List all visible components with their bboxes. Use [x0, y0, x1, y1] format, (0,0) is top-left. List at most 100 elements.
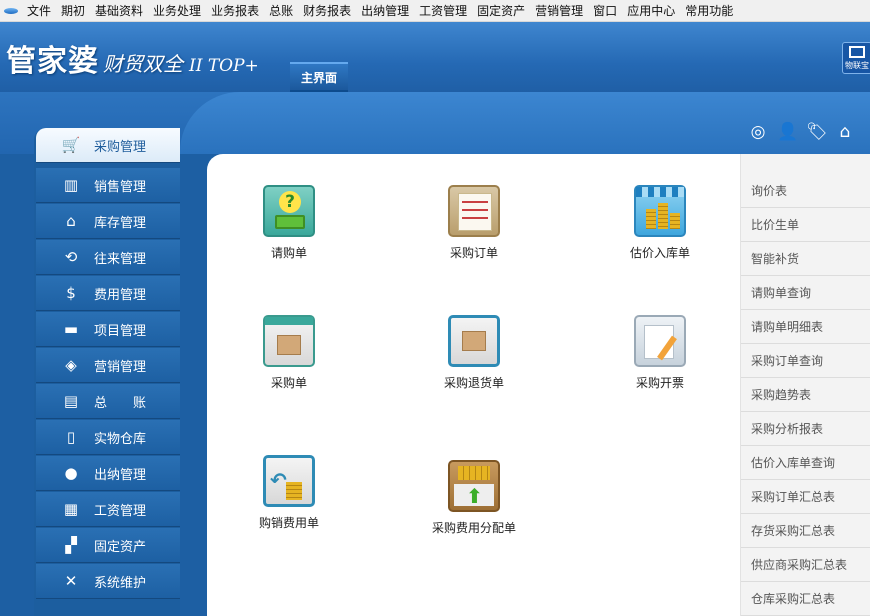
- sidebar-item-payroll[interactable]: ▦ 工资管理: [36, 492, 180, 527]
- sidebar-item-sales[interactable]: ▥ 销售管理: [36, 168, 180, 203]
- menu-cashier[interactable]: 出纳管理: [356, 0, 414, 22]
- menu-fixed-assets[interactable]: 固定资产: [472, 0, 530, 22]
- function-label: 估价入库单: [629, 246, 690, 260]
- menu-app-center[interactable]: 应用中心: [622, 0, 680, 22]
- menu-business-process[interactable]: 业务处理: [148, 0, 206, 22]
- sidebar-item-fixed-assets[interactable]: ▞ 固定资产: [36, 528, 180, 563]
- function-label: 采购开票: [635, 376, 684, 390]
- menu-ledger[interactable]: 总账: [264, 0, 298, 22]
- user-icon[interactable]: 👤: [777, 122, 798, 142]
- sidebar-item-label: 费用管理: [94, 287, 147, 303]
- sidebar-item-label: 采购管理: [94, 139, 147, 155]
- menu-marketing[interactable]: 营销管理: [530, 0, 588, 22]
- sidebar-item-label: 往来管理: [94, 251, 147, 267]
- menu-file[interactable]: 文件: [22, 0, 56, 22]
- function-label: 请购单: [270, 246, 307, 260]
- function-label: 采购订单: [449, 246, 498, 260]
- report-requisition-query[interactable]: 请购单查询: [741, 276, 870, 310]
- tags-icon: ◈: [65, 356, 77, 374]
- purchase-order-icon: [448, 185, 500, 237]
- function-expense-allocation[interactable]: ⬆ 采购费用分配单: [414, 460, 534, 536]
- dollar-icon: $: [66, 284, 76, 302]
- sidebar-item-label: 工资管理: [94, 503, 147, 519]
- app-logo-icon: [0, 0, 22, 22]
- moneybag-icon: ●: [64, 464, 78, 482]
- function-estimated-receipt[interactable]: 估价入库单: [600, 185, 720, 261]
- qr-code-icon: [849, 46, 865, 58]
- sidebar-item-label: 固定资产: [94, 539, 147, 555]
- sidebar-item-label: 系统维护: [94, 575, 147, 591]
- report-smart-replenish[interactable]: 智能补货: [741, 242, 870, 276]
- boxes-icon: ▞: [65, 536, 77, 554]
- menu-business-report[interactable]: 业务报表: [206, 0, 264, 22]
- brand-version: II TOP+: [189, 56, 259, 76]
- tab-main-interface[interactable]: 主界面: [290, 62, 348, 92]
- sidebar-item-cashier[interactable]: ● 出纳管理: [36, 456, 180, 491]
- expense-allocation-icon: ⬆: [448, 460, 500, 512]
- function-label: 购销费用单: [258, 516, 319, 530]
- card-icon: ▤: [63, 392, 79, 410]
- sidebar-item-label: 销售管理: [94, 179, 147, 195]
- report-stock-purchase-summary[interactable]: 存货采购汇总表: [741, 514, 870, 548]
- sidebar-item-maintenance[interactable]: ✕ 系统维护: [36, 564, 180, 599]
- document-icon: ▯: [66, 428, 76, 446]
- menu-payroll[interactable]: 工资管理: [414, 0, 472, 22]
- sidebar-item-label: 项目管理: [94, 323, 147, 339]
- sidebar-item-projects[interactable]: ▬ 项目管理: [36, 312, 180, 347]
- sidebar-item-accounts[interactable]: ⟲ 往来管理: [36, 240, 180, 275]
- bar-chart-icon: ▥: [63, 176, 79, 194]
- estimated-receipt-icon: [634, 185, 686, 237]
- sidebar-item-label: 营销管理: [94, 359, 147, 375]
- refresh-icon: ⟲: [64, 248, 78, 266]
- requisition-icon: ?: [263, 185, 315, 237]
- function-purchase-invoice[interactable]: 采购开票: [600, 315, 720, 391]
- report-price-comparison[interactable]: 比价生单: [741, 208, 870, 242]
- sidebar-item-label: 库存管理: [94, 215, 147, 231]
- sidebar-item-label: 出纳管理: [94, 467, 147, 483]
- sidebar: 🛒 采购管理 ▥ 销售管理 ⌂ 库存管理 ⟲ 往来管理 $ 费用管理 ▬ 项目管…: [34, 128, 180, 616]
- report-inquiry-table[interactable]: 询价表: [741, 174, 870, 208]
- purchase-slip-icon: [263, 315, 315, 367]
- menu-basic-data[interactable]: 基础资料: [90, 0, 148, 22]
- top-toolbar: ◎ 👤 🏷 ⌂: [748, 122, 855, 142]
- function-label: 采购退货单: [443, 376, 504, 390]
- menu-window[interactable]: 窗口: [588, 0, 622, 22]
- menu-common-functions[interactable]: 常用功能: [680, 0, 738, 22]
- home-icon[interactable]: ⌂: [835, 122, 855, 142]
- tag-icon[interactable]: 🏷: [806, 122, 828, 142]
- function-expense-slip[interactable]: ↶ 购销费用单: [229, 455, 349, 531]
- function-label: 采购单: [270, 376, 307, 390]
- report-estimated-receipt-query[interactable]: 估价入库单查询: [741, 446, 870, 480]
- menu-opening[interactable]: 期初: [56, 0, 90, 22]
- main-panel: ? 请购单 采购订单 估价入库单 采购单 采购退货单 采购开票 ↶ 购销费用单 …: [207, 154, 740, 616]
- report-requisition-detail[interactable]: 请购单明细表: [741, 310, 870, 344]
- function-purchase-order[interactable]: 采购订单: [414, 185, 534, 261]
- report-warehouse-purchase-summary[interactable]: 仓库采购汇总表: [741, 582, 870, 616]
- function-requisition[interactable]: ? 请购单: [229, 185, 349, 261]
- report-order-query[interactable]: 采购订单查询: [741, 344, 870, 378]
- menu-financial-report[interactable]: 财务报表: [298, 0, 356, 22]
- sidebar-item-purchase[interactable]: 🛒 采购管理: [36, 128, 180, 163]
- sidebar-item-marketing[interactable]: ◈ 营销管理: [36, 348, 180, 383]
- brand-product: 财贸双全: [103, 52, 183, 76]
- function-purchase-return[interactable]: 采购退货单: [414, 315, 534, 391]
- sidebar-item-ledger[interactable]: ▤ 总 账: [36, 384, 180, 419]
- report-purchase-analysis[interactable]: 采购分析报表: [741, 412, 870, 446]
- sidebar-item-warehouse[interactable]: ▯ 实物仓库: [36, 420, 180, 455]
- cart-icon: 🛒: [61, 136, 81, 154]
- sidebar-item-inventory[interactable]: ⌂ 库存管理: [36, 204, 180, 239]
- report-supplier-purchase-summary[interactable]: 供应商采购汇总表: [741, 548, 870, 582]
- grid-icon: ▦: [63, 500, 79, 518]
- sidebar-item-expenses[interactable]: $ 费用管理: [36, 276, 180, 311]
- report-purchase-trend[interactable]: 采购趋势表: [741, 378, 870, 412]
- tools-icon: ✕: [64, 572, 78, 590]
- sidebar-item-label: 实物仓库: [94, 431, 147, 447]
- brand-name: 管家婆: [6, 44, 99, 79]
- globe-icon[interactable]: ◎: [748, 122, 768, 142]
- report-order-summary[interactable]: 采购订单汇总表: [741, 480, 870, 514]
- function-purchase-slip[interactable]: 采购单: [229, 315, 349, 391]
- iot-label: 物联宝: [845, 61, 869, 70]
- app-header: 管家婆 财贸双全 II TOP+ 主界面 物联宝: [0, 22, 870, 92]
- iot-badge-button[interactable]: 物联宝: [842, 42, 870, 74]
- sidebar-item-label: 总 账: [94, 395, 147, 411]
